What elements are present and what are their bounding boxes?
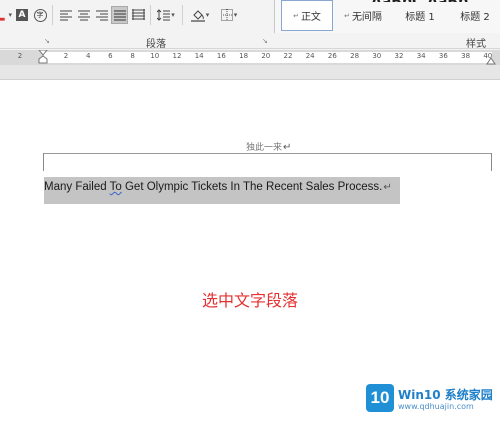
styles-gallery: AaBbC AaBb ↵ 正文 ↵ 无间隔 标题 1 标题 2 [274,0,500,33]
ruler-number: 12 [172,52,182,60]
justify-icon [113,10,126,20]
justify-button[interactable] [111,6,128,24]
margin-corner-right [491,153,492,171]
chevron-down-icon: ▾ [233,11,238,19]
align-left-button[interactable] [58,6,74,24]
font-dialog-launcher-icon[interactable]: ↘ [44,37,50,45]
grammar-flagged-word[interactable]: To [110,181,122,193]
distributed-button[interactable] [130,6,146,24]
margin-corner-left [43,153,44,171]
page-header-text[interactable]: 独此一来↵ [246,140,291,153]
paragraph-text-after: Get Olympic Tickets In The Recent Sales … [121,181,383,193]
word-window: ▾ A 字 ▾ ▾ ▾ 段落 ↘ ↘ ↵ 正文 ↵ 无间隔 标题 1 标题 2 … [0,0,500,422]
ruler-number: 32 [394,52,404,60]
font-color-icon [0,17,5,21]
align-right-button[interactable] [94,6,110,24]
ruler-number: 8 [130,52,135,60]
annotation-caption: 选中文字段落 [202,291,299,310]
ruler-number: 18 [239,52,249,60]
line-spacing-button[interactable]: ▾ [154,6,178,24]
align-right-icon [96,10,108,20]
first-line-indent-marker[interactable] [38,50,48,65]
style-no-spacing[interactable]: ↵ 无间隔 [335,0,391,31]
ruler-number: 14 [194,52,204,60]
ruler-number: 6 [108,52,113,60]
character-shading-icon: A [16,9,28,21]
paragraph-text-before: Many Failed [44,181,110,193]
horizontal-ruler[interactable]: 2 2 4 6 8 10 12 14 16 18 20 22 24 26 28 30 32 34 36 38 40 [0,50,500,65]
document-page[interactable]: 独此一来↵ Many Failed To Get Olympic Tickets… [0,80,500,422]
ruler-number: 4 [85,52,91,60]
paragraph-mark-icon: ↵ [283,142,292,153]
ruler-number: 20 [261,52,271,60]
align-center-icon [78,10,90,20]
right-indent-marker[interactable] [486,56,496,65]
chevron-down-icon: ▾ [171,11,175,19]
ruler-number: 16 [216,52,226,60]
win10-logo: 10 [366,384,394,412]
page-gap [0,65,500,79]
ribbon-divider [0,48,500,49]
shading-button[interactable]: ▾ [187,6,213,24]
borders-button[interactable]: ▾ [216,6,242,24]
ruler-number: 38 [461,52,471,60]
header-text-value: 独此一来 [246,143,283,153]
line-spacing-icon [157,9,171,21]
ruler-number: 10 [150,52,160,60]
ruler-number: 34 [416,52,426,60]
watermark-url: www.qdhuajin.com [398,402,474,411]
style-label: 正文 [300,12,321,23]
separator [182,5,183,25]
style-label: 标题 1 [405,12,435,23]
character-border-button[interactable]: A [15,6,29,24]
separator [150,5,151,25]
ruler-number: 2 [17,52,23,60]
ruler-number: 26 [327,52,337,60]
separator [52,5,53,25]
style-heading-1[interactable]: 标题 1 [395,0,445,31]
watermark-title: Win10 系统家园 [398,388,493,402]
header-rule [44,153,492,154]
distributed-icon [131,9,145,20]
ruler-number: 2 [63,52,69,60]
paragraph-mark-icon: ↵ [344,11,350,20]
enclose-characters-icon: 字 [33,8,47,22]
paragraph-dialog-launcher-icon[interactable]: ↘ [262,37,268,45]
chevron-down-icon: ▾ [205,11,210,19]
ribbon: ▾ A 字 ▾ ▾ ▾ 段落 ↘ ↘ ↵ 正文 ↵ 无间隔 标题 1 标题 2 … [0,0,500,50]
paragraph-mark-icon: ↵ [383,182,392,193]
ruler-number: 30 [372,52,382,60]
style-heading-2[interactable]: 标题 2 [451,0,499,31]
style-label: 无间隔 [351,12,382,23]
selected-paragraph[interactable]: Many Failed To Get Olympic Tickets In Th… [44,181,392,193]
ruler-number: 24 [305,52,315,60]
site-watermark: 10 Win10 系统家园 www.qdhuajin.com [366,380,496,416]
style-normal[interactable]: ↵ 正文 [281,0,333,31]
enclose-characters-button[interactable]: 字 [32,6,48,24]
chevron-down-icon: ▾ [8,11,12,19]
paint-bucket-icon [190,9,205,22]
ruler-number: 36 [438,52,448,60]
style-label: 标题 2 [460,12,490,23]
borders-icon [220,9,233,21]
ruler-number: 28 [350,52,360,60]
align-center-button[interactable] [76,6,92,24]
ruler-number: 22 [283,52,293,60]
paragraph-mark-icon: ↵ [293,11,299,20]
font-color-button[interactable]: ▾ [0,6,12,24]
align-left-icon [60,10,72,20]
